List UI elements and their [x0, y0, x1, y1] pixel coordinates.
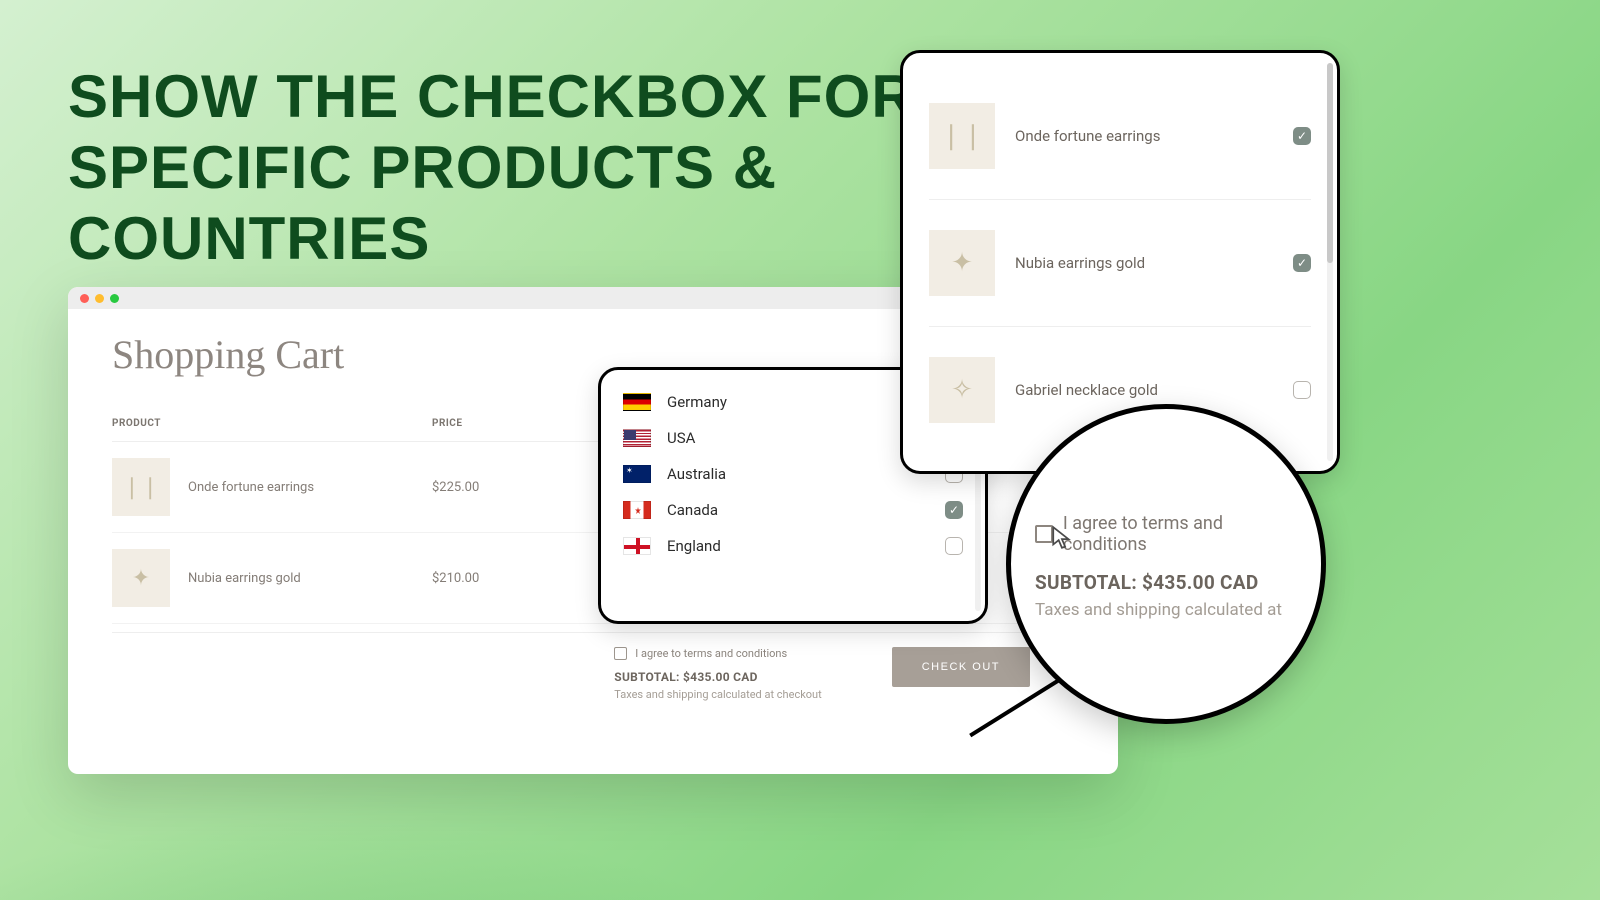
flag-au-icon	[623, 465, 651, 483]
country-name: USA	[667, 429, 695, 447]
country-name: Germany	[667, 393, 727, 411]
product-thumb-icon: ✧	[929, 357, 995, 423]
product-thumb-icon: ✦	[929, 230, 995, 296]
window-zoom-icon[interactable]	[110, 294, 119, 303]
product-name: Nubia earrings gold	[1015, 254, 1145, 272]
product-checkbox[interactable]: ✓	[1293, 254, 1311, 272]
product-thumb-icon: ❘❘	[929, 103, 995, 169]
scrollbar[interactable]	[1327, 63, 1333, 461]
window-close-icon[interactable]	[80, 294, 89, 303]
product-thumb-icon: ❘❘	[112, 458, 170, 516]
flag-en-icon	[623, 537, 651, 555]
marketing-headline: SHOW THE CHECKBOX FOR SPECIFIC PRODUCTS …	[68, 62, 916, 274]
agree-terms-row[interactable]: I agree to terms and conditions	[614, 647, 821, 660]
country-checkbox[interactable]: ✓	[945, 501, 963, 519]
cursor-icon	[1050, 525, 1076, 551]
subtotal: SUBTOTAL: $435.00 CAD	[614, 670, 821, 684]
flag-de-icon	[623, 393, 651, 411]
product-price: $210.00	[432, 571, 602, 586]
subtotal-zoom: SUBTOTAL: $435.00 CAD	[1035, 571, 1309, 594]
product-thumb-icon: ✦	[112, 549, 170, 607]
agree-label: I agree to terms and conditions	[635, 647, 787, 660]
product-name: Onde fortune earrings	[188, 480, 314, 495]
country-name: Canada	[667, 501, 718, 519]
country-row[interactable]: Canada ✓	[617, 492, 969, 528]
tax-note-zoom: Taxes and shipping calculated at	[1035, 600, 1309, 620]
product-checkbox[interactable]	[1293, 381, 1311, 399]
product-checkbox[interactable]: ✓	[1293, 127, 1311, 145]
country-name: England	[667, 537, 721, 555]
col-price: PRICE	[432, 418, 602, 429]
agree-label-zoom: I agree to terms and conditions	[1063, 513, 1309, 555]
country-row[interactable]: England	[617, 528, 969, 564]
product-name: Nubia earrings gold	[188, 571, 301, 586]
flag-us-icon	[623, 429, 651, 447]
product-name: Onde fortune earrings	[1015, 127, 1160, 145]
col-product: PRODUCT	[112, 418, 432, 429]
country-name: Australia	[667, 465, 726, 483]
tax-note: Taxes and shipping calculated at checkou…	[614, 688, 821, 701]
window-minimize-icon[interactable]	[95, 294, 104, 303]
product-row[interactable]: ❘❘ Onde fortune earrings ✓	[929, 73, 1311, 200]
product-price: $225.00	[432, 480, 602, 495]
country-checkbox[interactable]	[945, 537, 963, 555]
flag-ca-icon	[623, 501, 651, 519]
product-name: Gabriel necklace gold	[1015, 381, 1158, 399]
agree-checkbox-icon[interactable]	[614, 647, 627, 660]
magnifier: I agree to terms and conditions SUBTOTAL…	[1006, 404, 1326, 724]
product-row[interactable]: ✦ Nubia earrings gold ✓	[929, 200, 1311, 327]
